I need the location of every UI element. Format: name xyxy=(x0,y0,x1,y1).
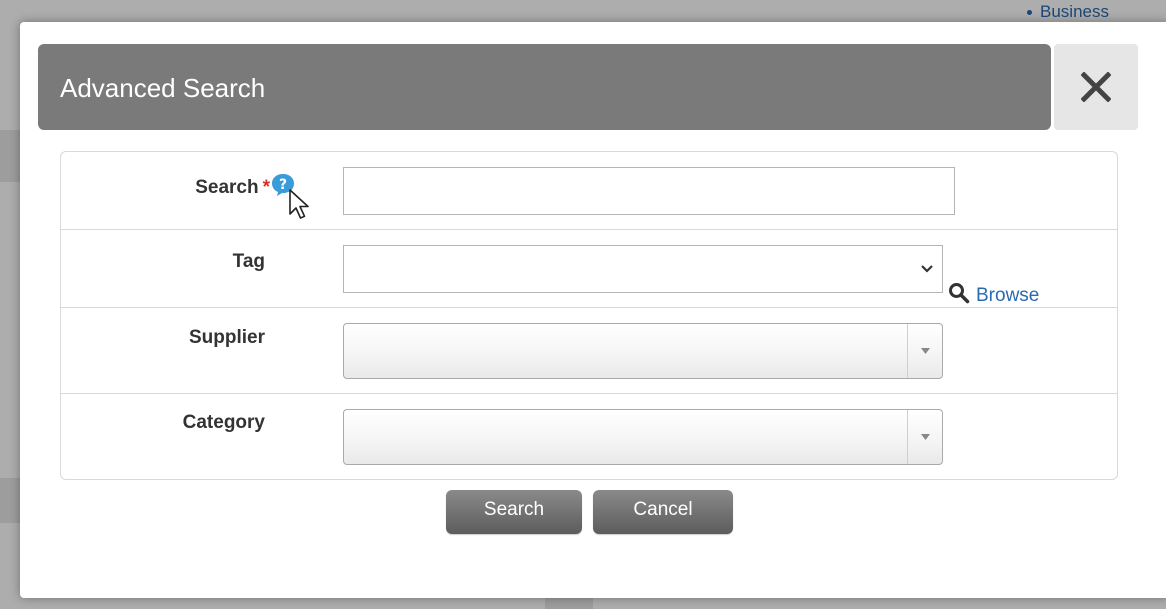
mouse-pointer-icon xyxy=(289,189,309,219)
browse-link[interactable]: Browse xyxy=(948,283,1040,307)
cancel-button[interactable]: Cancel xyxy=(593,490,733,534)
magnifier-icon xyxy=(949,283,970,304)
required-mark: * xyxy=(262,177,270,198)
dialog-title: Advanced Search xyxy=(60,73,266,103)
category-dropdown-toggle[interactable] xyxy=(907,410,942,464)
search-row: Search *? xyxy=(61,152,1117,229)
supplier-label: Supplier xyxy=(188,327,265,348)
close-button[interactable] xyxy=(1054,44,1138,130)
category-label: Category xyxy=(182,412,265,433)
search-form: Search *? Tag Supplier Category xyxy=(60,151,1118,480)
category-row: Category xyxy=(61,393,1117,480)
category-combobox[interactable] xyxy=(343,409,943,465)
browse-label: Browse xyxy=(976,285,1040,306)
advanced-search-dialog: Advanced Search Search *? Tag Supplier C… xyxy=(20,22,1166,598)
search-label: Search xyxy=(195,177,259,198)
search-input[interactable] xyxy=(343,167,955,215)
supplier-row: Supplier xyxy=(61,307,1117,394)
supplier-dropdown-toggle[interactable] xyxy=(907,324,942,378)
chevron-down-icon xyxy=(921,265,933,273)
svg-text:?: ? xyxy=(279,177,287,193)
search-button[interactable]: Search xyxy=(446,490,582,534)
dialog-header: Advanced Search xyxy=(38,44,1051,130)
tag-select[interactable] xyxy=(343,245,943,293)
tag-label: Tag xyxy=(232,251,265,272)
triangle-down-icon xyxy=(921,434,930,440)
close-icon xyxy=(1081,72,1111,102)
triangle-down-icon xyxy=(921,348,930,354)
search-label-group: Search *? xyxy=(95,173,295,203)
supplier-combobox[interactable] xyxy=(343,323,943,379)
